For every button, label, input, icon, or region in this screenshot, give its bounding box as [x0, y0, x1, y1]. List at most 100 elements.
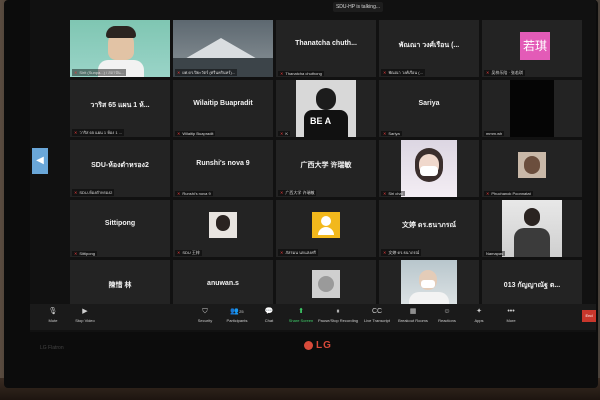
mic-muted-icon: ✕: [383, 70, 387, 75]
participant-name: 广西大学 许瑞敏: [300, 162, 352, 169]
participant-tile[interactable]: mmm.wh: [482, 80, 582, 137]
participant-tile[interactable]: ✕ Siri chai: [379, 140, 479, 197]
apps-button[interactable]: ✦ Apps: [462, 307, 496, 325]
participant-tile[interactable]: Namapas: [482, 200, 582, 257]
participant-label: ✕ Thanatcha chuthong: [278, 71, 324, 76]
participant-avatar: [518, 152, 546, 178]
mute-button[interactable]: 🎙 Mute: [36, 307, 70, 325]
participant-video: [510, 80, 554, 137]
zoom-window: SDU-HP is talking... ✕ Sirit (Sunpa...) /…: [30, 0, 596, 332]
participant-tile[interactable]: วาริส 65 แผน 1 ห้... ✕ วาริส 65 แผน 1 ห้อ…: [70, 80, 170, 137]
participant-tile[interactable]: 若琪 ✕ 吴梓乐陪 · 张若琪: [482, 20, 582, 77]
monitor-bezel: SDU-HP is talking... ✕ Sirit (Sunpa...) /…: [4, 0, 598, 388]
participant-label: ✕ SDU-ห้องตำหรอง2: [72, 189, 115, 196]
participant-label: ✕ Sariya: [381, 131, 402, 136]
apps-icon: ✦: [476, 308, 482, 315]
more-dots-icon: •••: [507, 308, 515, 315]
shield-icon: ⛉: [202, 308, 208, 315]
participant-name: Thanatcha chuth...: [295, 40, 357, 47]
participant-label: ✕ Phuchanok Poonnatat: [484, 191, 533, 196]
participant-label: ✕ Wilaitip Buapradit: [175, 131, 216, 136]
participant-label: ✕ วาริส 65 แผน 1 ห้อง 1 ...: [72, 129, 124, 136]
breakout-rooms-button[interactable]: ▦ Breakout Rooms: [396, 307, 430, 325]
participant-name: Sittipong: [104, 220, 136, 227]
participant-label: ✕ พัณณา วงศ์เรือน (...: [381, 69, 425, 76]
chevron-left-icon: ◀: [36, 155, 44, 166]
share-screen-icon: ⬆: [298, 308, 304, 315]
live-transcript-button[interactable]: CC Live Transcript: [360, 307, 394, 325]
smiley-icon: ☺: [443, 308, 451, 315]
participant-avatar: [312, 212, 340, 238]
mic-muted-icon: ✕: [177, 70, 181, 75]
participant-name: anuwan.s: [207, 280, 239, 287]
participant-tile[interactable]: ✕ SDU 王梓: [173, 200, 273, 257]
participant-label: ✕ 广西大学 许瑞敏: [278, 190, 317, 196]
participant-avatar: [312, 270, 340, 298]
participant-tile[interactable]: SDU-ห้องตำหรอง2 ✕ SDU-ห้องตำหรอง2: [70, 140, 170, 197]
participant-tile[interactable]: ✕ ผศ.ดร.ปิยะวัตร์ (ศรีนครินทร์)...: [173, 20, 273, 77]
monitor-brand: LG: [304, 340, 332, 351]
participant-tile[interactable]: ✕ Phuchanok Poonnatat: [482, 140, 582, 197]
security-button[interactable]: ⛉ Security: [188, 307, 222, 325]
microphone-icon: 🎙: [48, 308, 58, 315]
talking-indicator: SDU-HP is talking...: [333, 2, 383, 12]
record-pause-icon: ⏸: [336, 308, 340, 315]
cc-icon: CC: [371, 308, 383, 315]
participant-tile[interactable]: 文婷 ดร.ธนาภรณ์ ✕ 文婷 ดร.ธนาภรณ์: [379, 200, 479, 257]
participant-name: Wilaitip Buapradit: [193, 100, 253, 107]
participant-label: ✕ 文婷 ดร.ธนาภรณ์: [381, 249, 422, 256]
participant-name: Runshi's nova 9: [196, 160, 250, 167]
video-camera-icon: ▶: [82, 308, 88, 315]
participant-video: [401, 140, 457, 197]
participant-tile[interactable]: ✕ Sirit (Sunpa...) / สถาบัน...: [70, 20, 170, 77]
participant-name: 陳惜 林: [108, 282, 132, 289]
collapse-sidebar-button[interactable]: ◀: [32, 148, 48, 174]
chat-button[interactable]: 💬 Chat: [252, 307, 286, 325]
participant-video: BE A: [296, 80, 356, 137]
participant-tile[interactable]: พัณณา วงศ์เรือน (... ✕ พัณณา วงศ์เรือน (.…: [379, 20, 479, 77]
participant-tile[interactable]: Wilaitip Buapradit ✕ Wilaitip Buapradit: [173, 80, 273, 137]
participant-tile[interactable]: BE A ✕ K: [276, 80, 376, 137]
mic-muted-icon: ✕: [74, 130, 78, 135]
mic-muted-icon: ✕: [74, 251, 78, 256]
monitor-model-label: LG Flatron: [40, 345, 64, 351]
participant-tile[interactable]: ✕ ภัสรมน นกแสงศรี: [276, 200, 376, 257]
mic-muted-icon: ✕: [383, 131, 387, 136]
participants-button[interactable]: 👥25 Participants: [220, 307, 254, 325]
participant-label: ✕ Sittipong: [72, 251, 97, 256]
participant-label: ✕ K: [278, 131, 291, 136]
mic-muted-icon: ✕: [280, 71, 284, 76]
participant-tile[interactable]: Runshi's nova 9 ✕ Runshi's nova 9: [173, 140, 273, 197]
mic-muted-icon: ✕: [177, 191, 181, 196]
participant-name: 文婷 ดร.ธนาภรณ์: [401, 222, 457, 229]
stop-video-button[interactable]: ▶ Stop Video: [68, 307, 102, 325]
participant-label: ✕ ภัสรมน นกแสงศรี: [278, 249, 318, 256]
mic-muted-icon: ✕: [486, 191, 490, 196]
participant-name: วาริส 65 แผน 1 ห้...: [90, 102, 150, 109]
meeting-toolbar: 🎙 Mute ▶ Stop Video ⛉ Security 👥25 Parti…: [30, 304, 596, 330]
mic-muted-icon: ✕: [74, 190, 78, 195]
participant-tile[interactable]: Sariya ✕ Sariya: [379, 80, 479, 137]
end-meeting-button[interactable]: End: [582, 310, 596, 322]
participant-label: ✕ SDU 王梓: [175, 250, 202, 256]
participant-tile[interactable]: 广西大学 许瑞敏 ✕ 广西大学 许瑞敏: [276, 140, 376, 197]
mic-muted-icon: ✕: [383, 191, 387, 196]
participant-label: ✕ ผศ.ดร.ปิยะวัตร์ (ศรีนครินทร์)...: [175, 69, 238, 76]
mic-muted-icon: ✕: [177, 250, 181, 255]
participant-tile[interactable]: Thanatcha chuth... ✕ Thanatcha chuthong: [276, 20, 376, 77]
participant-name: พัณณา วงศ์เรือน (...: [398, 42, 460, 49]
mic-muted-icon: ✕: [280, 190, 284, 195]
share-screen-button[interactable]: ⬆ Share Screen: [284, 307, 318, 325]
more-button[interactable]: ••• More: [494, 307, 528, 325]
participant-avatar: [209, 212, 237, 238]
participant-tile[interactable]: Sittipong ✕ Sittipong: [70, 200, 170, 257]
mic-muted-icon: ✕: [486, 70, 490, 75]
mic-muted-icon: ✕: [383, 250, 387, 255]
mic-muted-icon: ✕: [280, 250, 284, 255]
participant-label: Namapas: [484, 251, 506, 256]
recording-button[interactable]: ⏸ Pause/Stop Recording: [318, 307, 358, 325]
mic-muted-icon: ✕: [177, 131, 181, 136]
participant-name: Sariya: [418, 100, 440, 107]
participant-name: SDU-ห้องตำหรอง2: [91, 162, 149, 169]
reactions-button[interactable]: ☺ Reactions: [430, 307, 464, 325]
